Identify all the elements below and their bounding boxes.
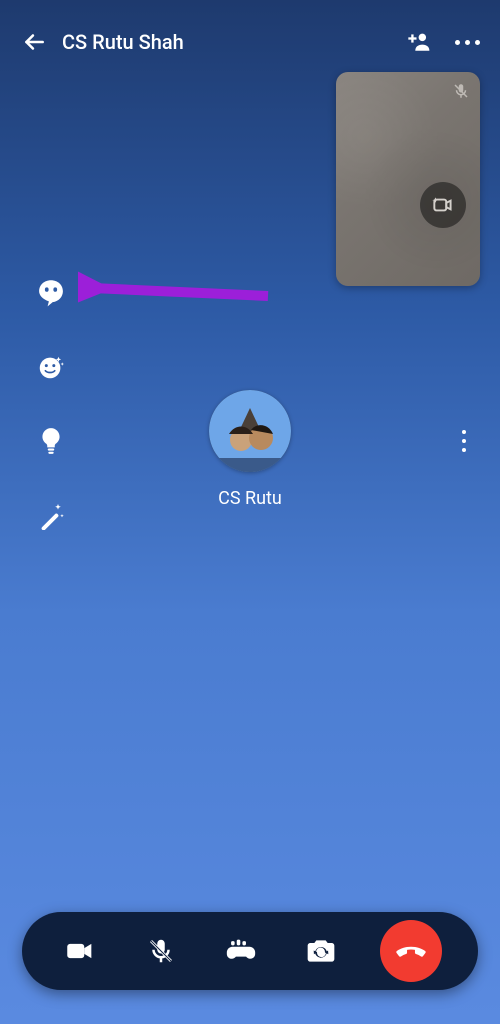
back-button[interactable] [20, 28, 48, 56]
video-effect-button[interactable] [420, 182, 466, 228]
participant-avatar[interactable] [209, 390, 291, 472]
call-title: CS Rutu Shah [62, 30, 405, 54]
add-person-button[interactable] [405, 27, 435, 57]
video-toggle-button[interactable] [58, 929, 102, 973]
avatar-effect-button[interactable] [34, 276, 68, 310]
participant-name: CS Rutu [218, 488, 282, 509]
effects-toolbar [34, 276, 68, 532]
call-controls-bar [22, 912, 478, 990]
mic-toggle-button[interactable] [139, 929, 183, 973]
games-button[interactable] [219, 929, 263, 973]
more-options-button[interactable] [455, 40, 480, 45]
annotation-arrow [78, 266, 278, 326]
face-sticker-button[interactable] [34, 350, 68, 384]
video-call-screen: CS Rutu Shah [0, 0, 500, 1024]
remote-participant: CS Rutu [209, 390, 291, 509]
flip-camera-button[interactable] [299, 929, 343, 973]
self-view-pip[interactable] [336, 72, 480, 286]
participant-options-button[interactable] [462, 430, 466, 452]
magic-wand-button[interactable] [34, 498, 68, 532]
lighting-button[interactable] [34, 424, 68, 458]
end-call-button[interactable] [380, 920, 442, 982]
call-header: CS Rutu Shah [0, 22, 500, 62]
mic-muted-indicator-icon [452, 82, 470, 100]
